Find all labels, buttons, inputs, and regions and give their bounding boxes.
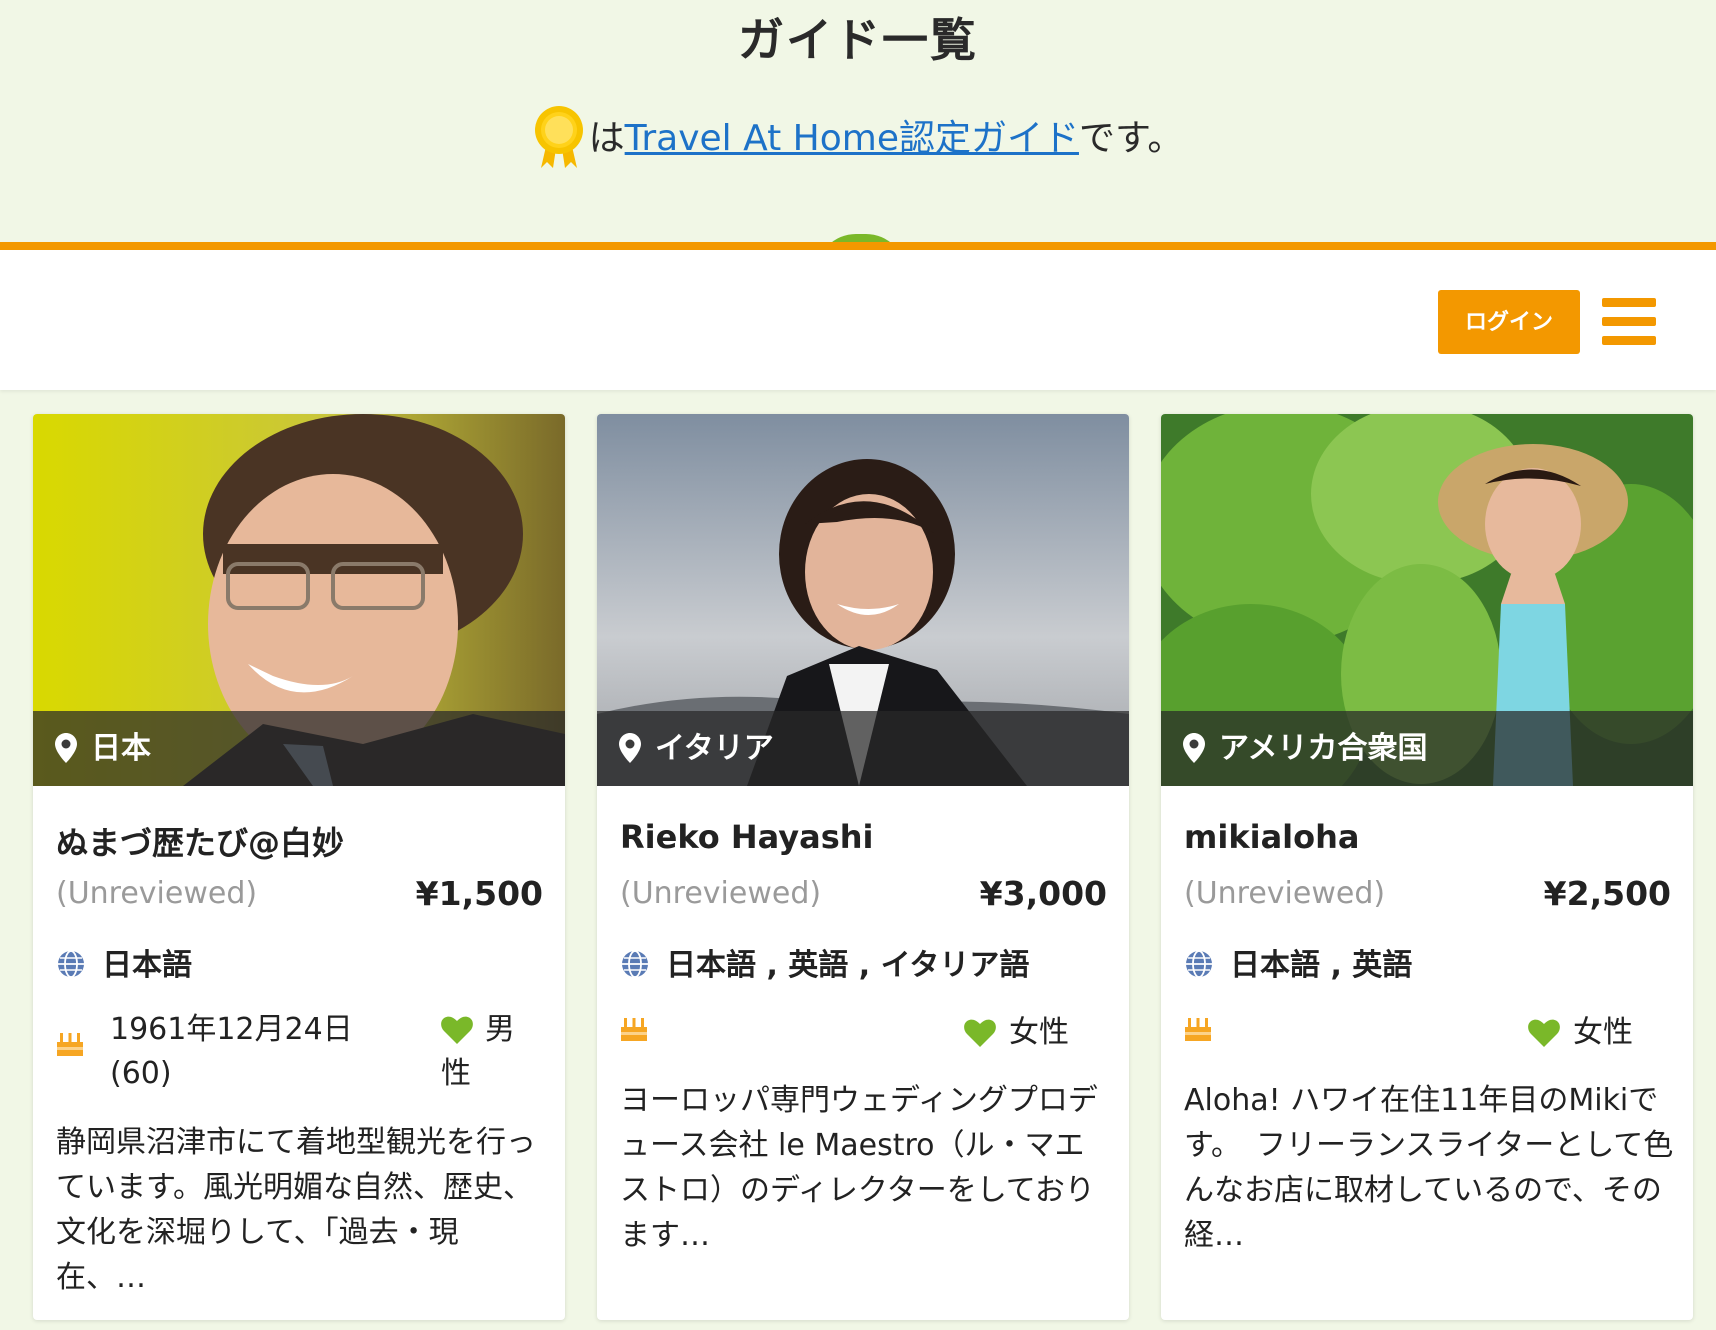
cert-prefix-text: は [588,118,625,159]
cake-icon [1185,1018,1211,1041]
location-bar: 日本 [33,711,565,786]
guide-name[interactable]: ぬまづ歴たび@白妙 [56,818,344,864]
guide-languages: 日本語 [56,940,192,984]
guide-languages: 日本語 , 英語 [1184,940,1412,984]
guide-card[interactable]: 日本 ぬまづ歴たび@白妙 (Unreviewed) ¥1,500 日本語 196… [33,414,565,1320]
heart-icon [441,1016,473,1044]
guide-price: ¥3,000 [979,874,1107,913]
review-status: (Unreviewed) [56,876,258,911]
location-bar: アメリカ合衆国 [1161,711,1693,786]
guide-description: Aloha! ハワイ在住11年目のMikiです。 フリーランスライターとして色ん… [1184,1083,1674,1253]
gender-text-line1: 男 [485,1012,515,1047]
age-text: (60) [110,1056,172,1091]
globe-icon [622,950,648,978]
languages-text: 日本語 , 英語 , イタリア語 [666,948,1030,983]
guide-gender-cont: 性 [441,1052,471,1096]
medal-icon [534,106,583,168]
map-pin-icon [1183,733,1205,763]
guide-languages: 日本語 , 英語 , イタリア語 [620,940,1029,984]
guide-card[interactable]: アメリカ合衆国 mikialoha (Unreviewed) ¥2,500 日本… [1161,414,1693,1320]
heart-icon [964,1019,996,1047]
gender-text-line2: 性 [441,1056,471,1091]
guide-country: アメリカ合衆国 [1219,731,1428,766]
guide-birthdate: 1961年12月24日 (60) [110,1008,353,1096]
login-button[interactable]: ログイン [1438,290,1580,354]
globe-icon [58,950,84,978]
guide-name[interactable]: Rieko Hayashi [620,818,874,856]
map-pin-icon [619,733,641,763]
review-status: (Unreviewed) [1184,876,1386,911]
guide-gender: 女性 [1009,1015,1069,1050]
review-status: (Unreviewed) [620,876,822,911]
navbar: ログイン [0,242,1716,390]
guide-price: ¥1,500 [415,874,543,913]
guide-gender: 男 [485,1008,515,1052]
hamburger-menu-icon[interactable] [1602,298,1658,346]
guide-country: 日本 [91,731,151,766]
map-pin-icon [55,733,77,763]
cake-icon [57,1033,83,1056]
guide-description: ヨーロッパ専門ウェディングプロデュース会社 le Maestro（ル・マエストロ… [620,1083,1098,1253]
page-title: ガイド一覧 [738,13,978,67]
birthdate-text: 1961年12月24日 [110,1012,353,1047]
page-header: ガイド一覧 はTravel At Home認定ガイドです。 [0,0,1716,240]
guide-name[interactable]: mikialoha [1184,818,1359,856]
guide-country: イタリア [655,731,774,766]
guide-price: ¥2,500 [1543,874,1671,913]
guide-description: 静岡県沼津市にて着地型観光を行っています。風光明媚な自然、歴史、文化を深堀りして… [56,1125,536,1295]
guide-gender: 女性 [1573,1015,1633,1050]
languages-text: 日本語 , 英語 [1230,948,1413,983]
guide-card[interactable]: イタリア Rieko Hayashi (Unreviewed) ¥3,000 日… [597,414,1129,1320]
languages-text: 日本語 [102,948,192,983]
cert-suffix-text: です。 [1078,118,1184,159]
heart-icon [1528,1019,1560,1047]
certification-note: はTravel At Home認定ガイドです。 [0,102,1716,172]
globe-icon [1186,950,1212,978]
location-bar: イタリア [597,711,1129,786]
cake-icon [621,1018,647,1041]
certified-guide-link[interactable]: Travel At Home認定ガイド [625,118,1079,159]
